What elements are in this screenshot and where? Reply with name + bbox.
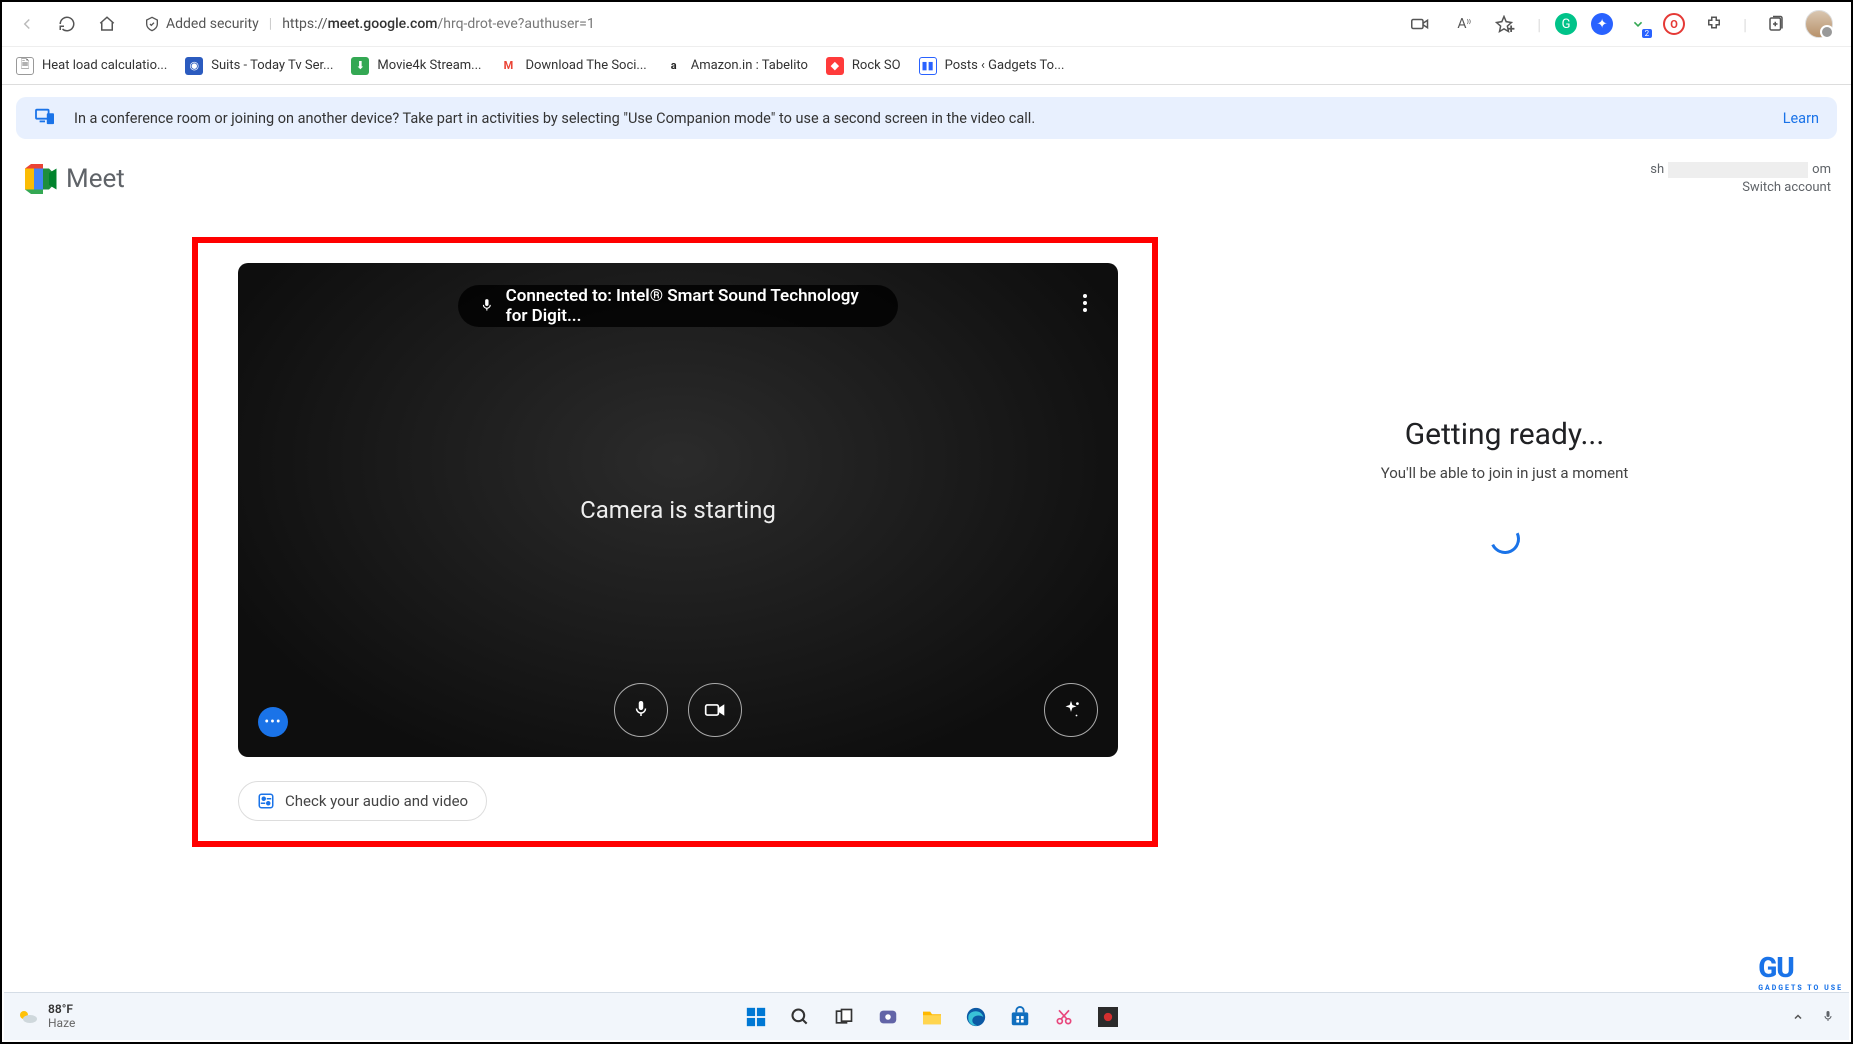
tune-icon	[257, 792, 275, 810]
companion-banner: In a conference room or joining on anoth…	[16, 97, 1837, 139]
system-tray	[1789, 1002, 1837, 1032]
meet-brand-text: Meet	[66, 164, 125, 194]
microphone-icon	[632, 699, 650, 721]
ext-grammarly-icon[interactable]: G	[1555, 13, 1577, 35]
microphone-icon	[480, 296, 494, 316]
refresh-button[interactable]	[52, 9, 82, 39]
toolbar-right: A⁾⁾ ✚ | G ✦ 2 O |	[1405, 9, 1841, 39]
account-email-prefix: sh	[1650, 161, 1664, 179]
app-icon[interactable]	[1093, 1002, 1123, 1032]
bookmarks-bar: 🗎Heat load calculatio... ◉Suits - Today …	[2, 46, 1851, 84]
bookmark-item[interactable]: 🗎Heat load calculatio...	[16, 57, 167, 75]
ready-panel: Getting ready... You'll be able to join …	[1158, 237, 1851, 554]
annotation-highlight: Connected to: Intel® Smart Sound Technol…	[192, 237, 1158, 847]
store-icon[interactable]	[1005, 1002, 1035, 1032]
search-button[interactable]	[785, 1002, 815, 1032]
ext-idm-icon[interactable]: 2	[1627, 13, 1649, 35]
weather-condition: Haze	[48, 1017, 75, 1030]
account-email-redacted	[1668, 162, 1808, 178]
start-button[interactable]	[741, 1002, 771, 1032]
bookmark-item[interactable]: ⬇Movie4k Stream...	[351, 57, 481, 75]
banner-text: In a conference room or joining on anoth…	[74, 110, 1035, 127]
more-options-button[interactable]	[1082, 293, 1088, 317]
weather-widget[interactable]: 88°F Haze	[16, 1003, 75, 1029]
taskbar-center	[741, 1002, 1123, 1032]
edge-icon[interactable]	[961, 1002, 991, 1032]
meet-header: Meet sh om Switch account	[2, 143, 1851, 197]
google-meet-icon	[22, 164, 58, 194]
bookmark-item[interactable]: ▮▮Posts ‹ Gadgets To...	[919, 57, 1065, 75]
camera-status-text: Camera is starting	[580, 496, 776, 524]
bookmark-item[interactable]: ◆Rock SO	[826, 57, 901, 75]
devices-icon	[34, 107, 56, 129]
ready-title: Getting ready...	[1405, 417, 1605, 452]
mic-status-pill[interactable]: Connected to: Intel® Smart Sound Technol…	[458, 285, 898, 327]
mic-status-text: Connected to: Intel® Smart Sound Technol…	[506, 286, 876, 326]
check-audio-video-button[interactable]: Check your audio and video	[238, 781, 487, 821]
camera-icon	[704, 702, 726, 718]
ext-shield-icon[interactable]: ✦	[1591, 13, 1613, 35]
preview-controls	[238, 683, 1118, 737]
address-separator: |	[269, 16, 272, 32]
back-button[interactable]	[12, 9, 42, 39]
url-text: https://meet.google.com/hrq-drot-eve?aut…	[282, 16, 595, 32]
ext-opera-icon[interactable]: O	[1663, 13, 1685, 35]
security-badge: Added security	[144, 16, 259, 32]
visual-effects-button[interactable]	[1044, 683, 1098, 737]
profile-avatar[interactable]	[1805, 10, 1833, 38]
task-view-button[interactable]	[829, 1002, 859, 1032]
bookmark-item[interactable]: MDownload The Soci...	[499, 57, 646, 75]
bookmark-item[interactable]: ◉Suits - Today Tv Ser...	[185, 57, 333, 75]
main-area: Connected to: Intel® Smart Sound Technol…	[2, 197, 1851, 847]
camera-permission-icon[interactable]	[1405, 9, 1435, 39]
watermark: GU GADGETS TO USE	[1758, 951, 1843, 992]
tray-chevron-icon[interactable]	[1789, 1002, 1807, 1032]
home-button[interactable]	[92, 9, 122, 39]
temperature: 88°F	[48, 1003, 75, 1016]
weather-icon	[16, 1005, 40, 1029]
windows-taskbar: 88°F Haze	[4, 992, 1849, 1040]
bookmark-item[interactable]: aAmazon.in : Tabelito	[665, 57, 808, 75]
sparkle-icon	[1060, 699, 1082, 721]
account-email-suffix: om	[1812, 161, 1831, 179]
favorite-icon[interactable]: ✚	[1493, 9, 1523, 39]
explorer-icon[interactable]	[917, 1002, 947, 1032]
video-preview: Connected to: Intel® Smart Sound Technol…	[238, 263, 1118, 757]
collections-icon[interactable]	[1761, 9, 1791, 39]
check-av-label: Check your audio and video	[285, 792, 468, 810]
teams-icon[interactable]	[873, 1002, 903, 1032]
security-label: Added security	[166, 16, 259, 32]
account-info: sh om Switch account	[1650, 161, 1831, 197]
snip-icon[interactable]	[1049, 1002, 1079, 1032]
toggle-mic-button[interactable]	[614, 683, 668, 737]
read-aloud-icon[interactable]: A⁾⁾	[1449, 9, 1479, 39]
learn-link[interactable]: Learn	[1783, 110, 1819, 127]
ready-subtitle: You'll be able to join in just a moment	[1381, 464, 1629, 482]
extensions-icon[interactable]	[1699, 9, 1729, 39]
address-bar[interactable]: Added security | https://meet.google.com…	[132, 8, 1395, 40]
switch-account-link[interactable]: Switch account	[1650, 179, 1831, 197]
browser-toolbar: Added security | https://meet.google.com…	[2, 2, 1851, 46]
tray-mic-icon[interactable]	[1819, 1002, 1837, 1032]
toggle-camera-button[interactable]	[688, 683, 742, 737]
loading-spinner	[1485, 520, 1523, 558]
meet-logo[interactable]: Meet	[22, 164, 125, 194]
